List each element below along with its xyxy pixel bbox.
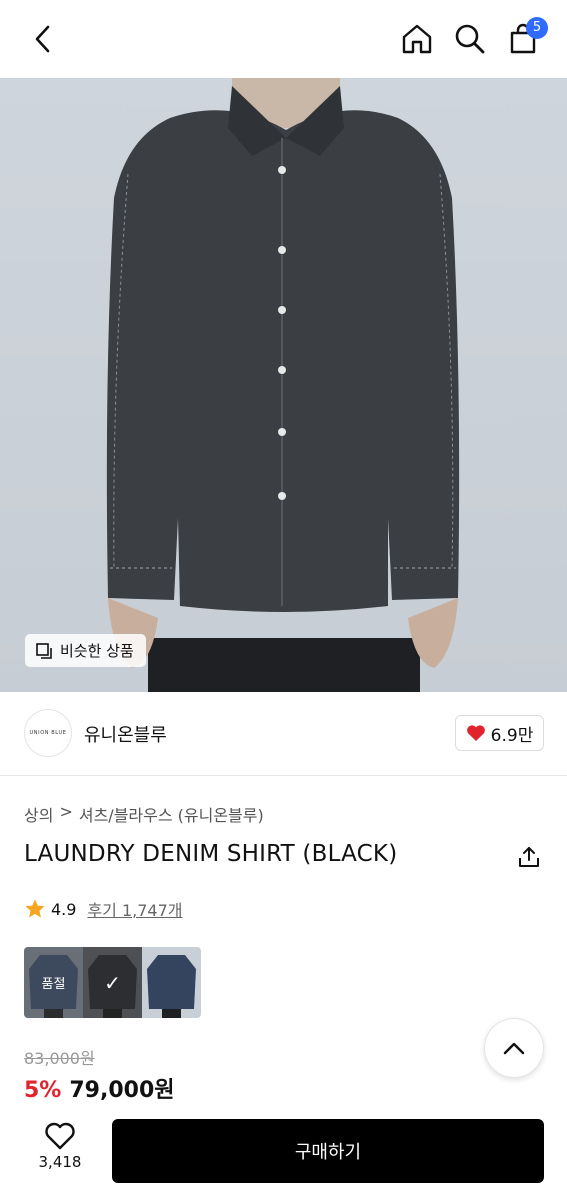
brand-like-button[interactable]: 6.9만 — [455, 715, 544, 751]
bottom-action-bar: 3,418 구매하기 — [0, 1110, 567, 1200]
similar-products-label: 비슷한 상품 — [60, 642, 134, 660]
cart-button[interactable]: 5 — [504, 17, 548, 58]
similar-items-icon — [36, 642, 52, 659]
heart-outline-icon — [45, 1122, 75, 1150]
breadcrumb-category[interactable]: 상의 — [24, 802, 53, 826]
cart-count-badge: 5 — [526, 17, 548, 39]
color-option-denim[interactable] — [142, 947, 201, 1018]
color-options: 품절 ✓ — [24, 947, 201, 1018]
breadcrumb-separator: > — [59, 802, 73, 821]
brand-row: UNION BLUE 유니온블루 6.9만 — [0, 692, 567, 776]
brand-name-link[interactable]: 유니온블루 — [84, 721, 167, 747]
color-option-black-selected[interactable]: ✓ — [83, 947, 142, 1018]
search-icon — [455, 24, 485, 54]
back-button[interactable] — [24, 20, 60, 58]
selected-check-icon: ✓ — [83, 947, 142, 1018]
brand-logo-text: UNION BLUE — [29, 730, 67, 736]
share-icon — [519, 847, 539, 867]
buy-button[interactable]: 구매하기 — [112, 1119, 544, 1183]
product-image[interactable]: 비슷한 상품 — [0, 78, 567, 692]
wishlist-count: 3,418 — [38, 1153, 82, 1171]
review-count-link[interactable]: 후기 1,747개 — [87, 897, 182, 921]
heart-filled-icon — [466, 725, 485, 741]
breadcrumb: 상의 > 셔츠/블라우스 (유니온블루) — [24, 802, 264, 826]
breadcrumb-subcategory[interactable]: 셔츠/블라우스 (유니온블루) — [79, 802, 264, 826]
brand-like-count: 6.9만 — [490, 725, 534, 746]
original-price: 83,000원 — [24, 1049, 95, 1068]
swatch-thumbnail — [147, 955, 196, 1018]
star-icon — [25, 899, 45, 918]
chevron-up-icon — [503, 1042, 525, 1055]
brand-logo[interactable]: UNION BLUE — [24, 709, 72, 757]
top-navigation-bar: 5 — [0, 0, 567, 78]
chevron-left-icon — [35, 25, 50, 53]
home-button[interactable] — [398, 20, 436, 58]
rating-row: 4.9 후기 1,747개 — [24, 897, 183, 921]
sold-out-overlay: 품절 — [24, 947, 83, 1018]
price-row: 5% 79,000원 — [24, 1072, 175, 1104]
rating-score: 4.9 — [51, 899, 77, 919]
home-icon — [402, 24, 432, 54]
wishlist-button[interactable]: 3,418 — [30, 1122, 90, 1180]
product-title: LAUNDRY DENIM SHIRT (BLACK) — [24, 841, 398, 867]
discount-rate: 5% — [24, 1078, 62, 1103]
color-option-blue-sold-out[interactable]: 품절 — [24, 947, 83, 1018]
share-button[interactable] — [514, 842, 544, 872]
scroll-to-top-button[interactable] — [484, 1018, 544, 1078]
sale-price: 79,000원 — [69, 1078, 175, 1103]
product-photo-denim-shirt — [106, 78, 460, 692]
search-button[interactable] — [451, 20, 489, 58]
similar-products-button[interactable]: 비슷한 상품 — [25, 634, 146, 667]
